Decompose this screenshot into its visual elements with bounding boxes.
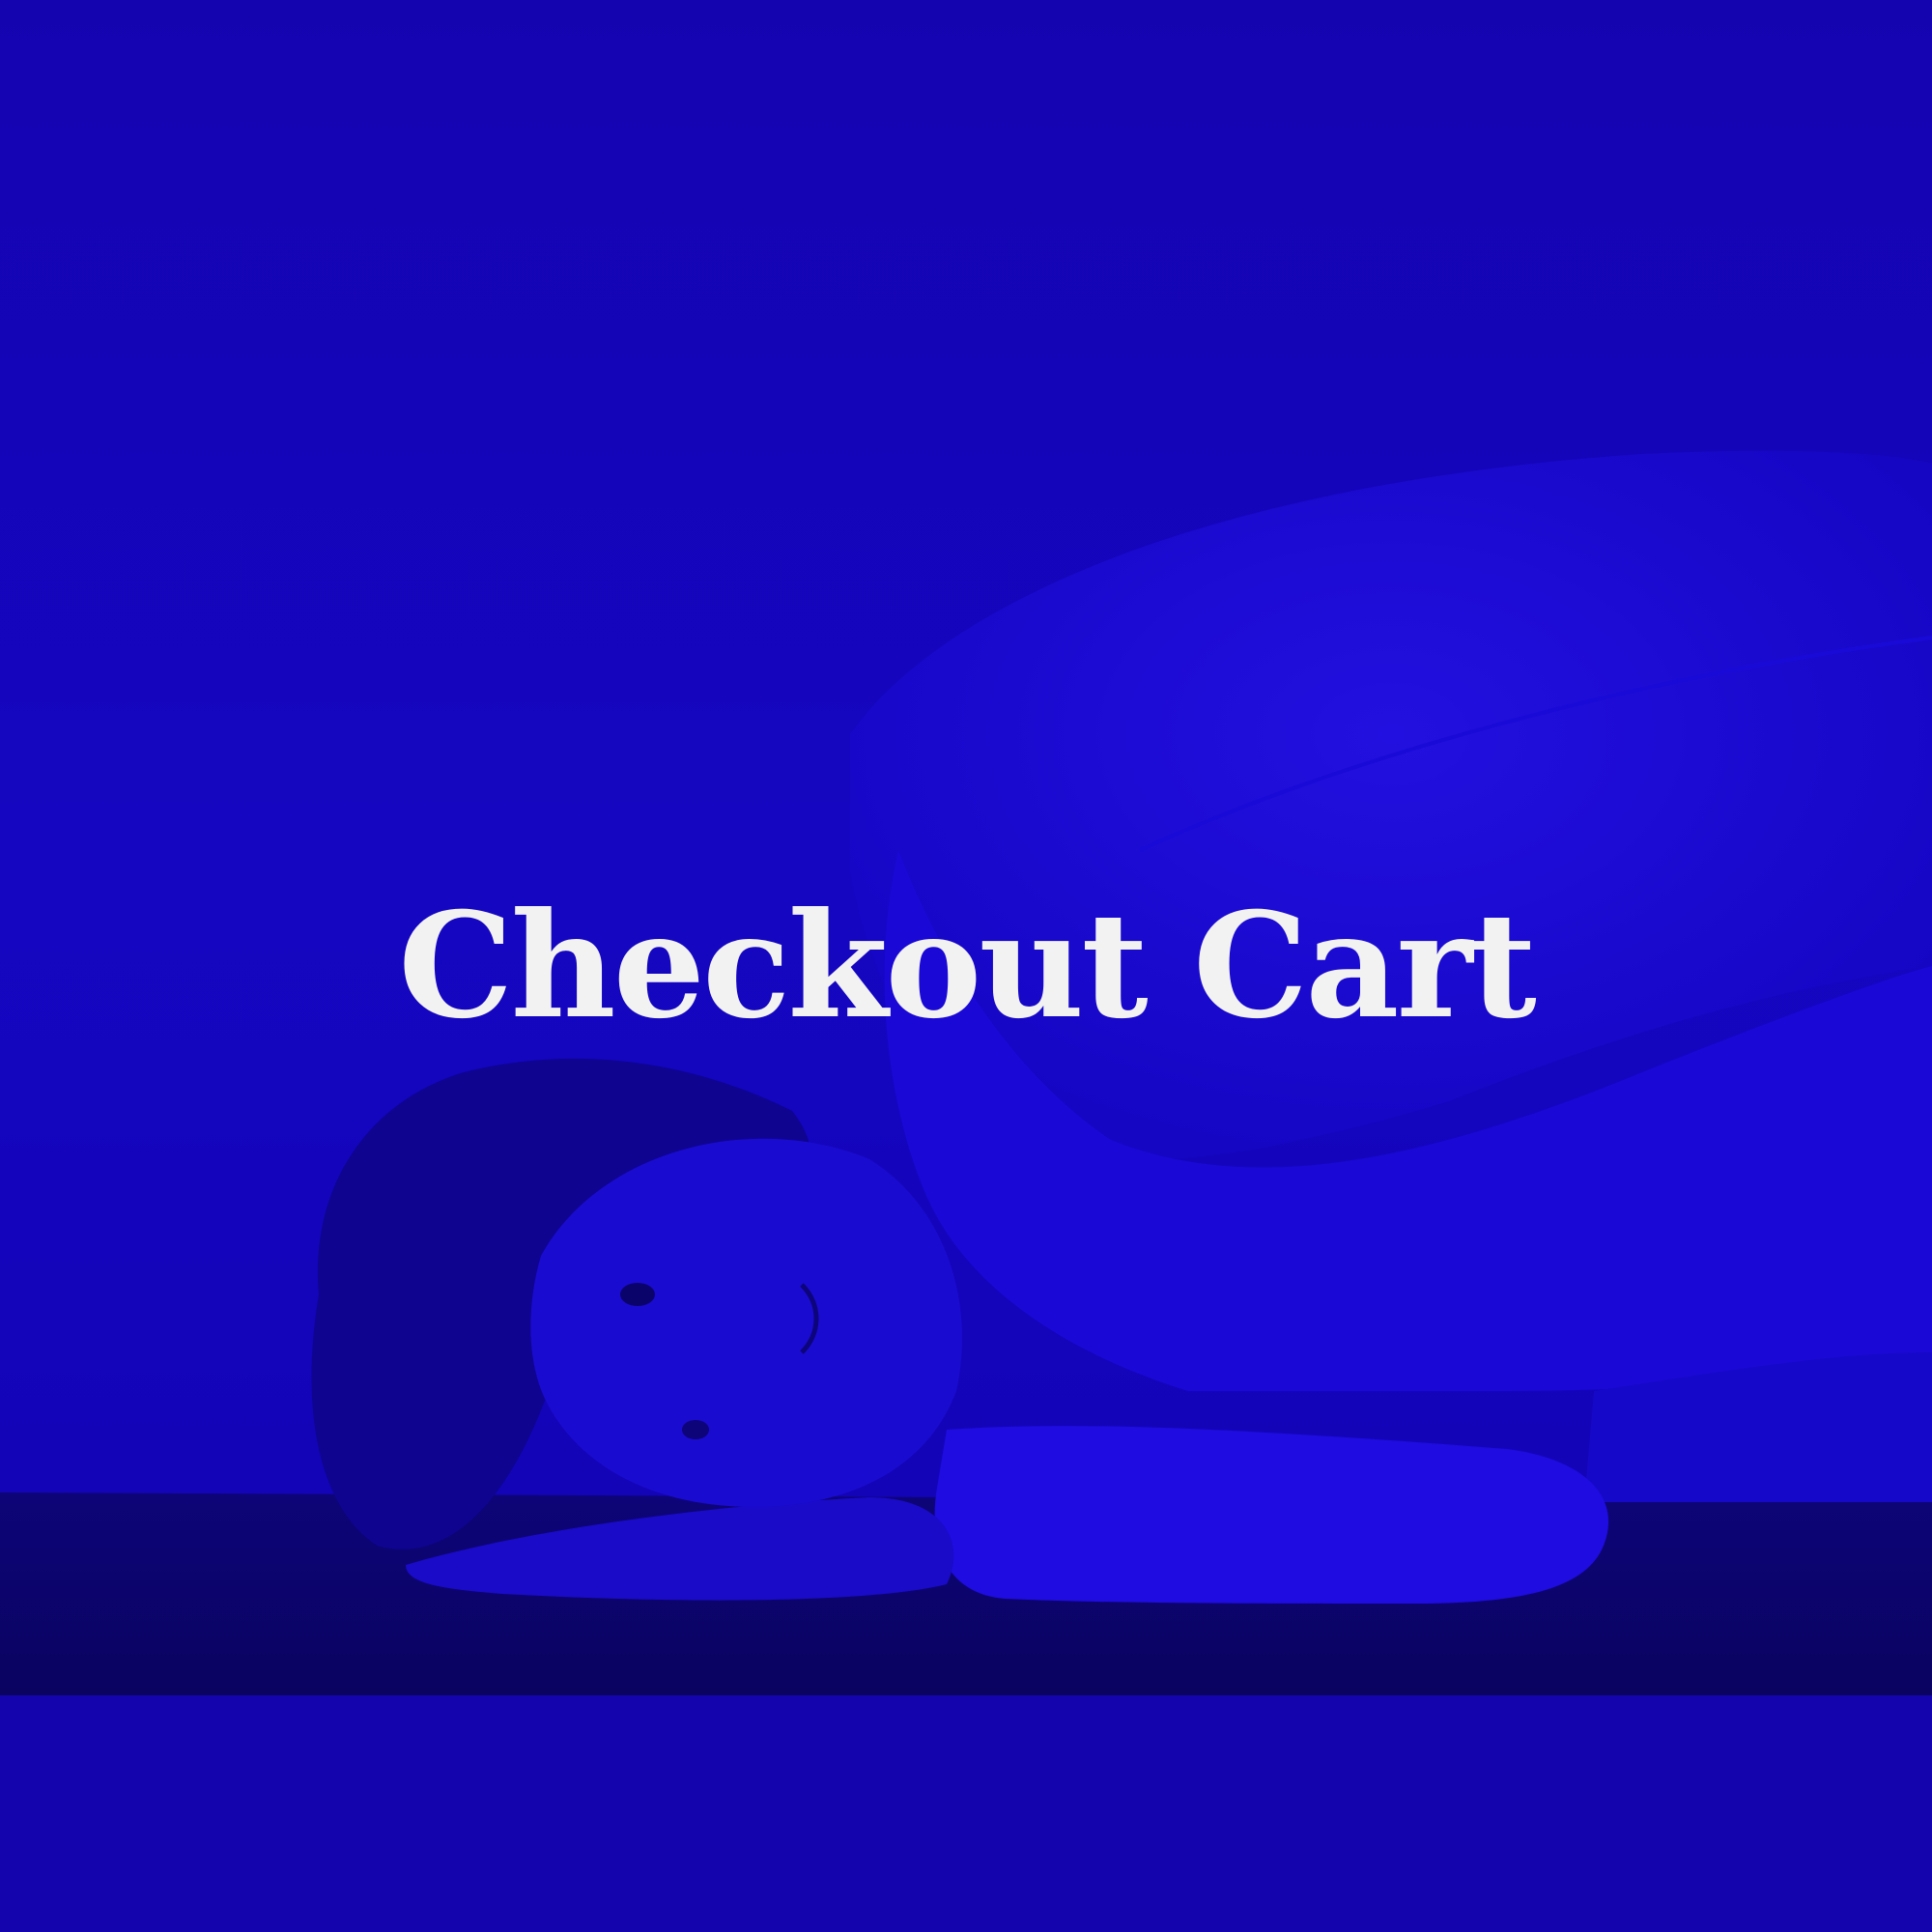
person-eye (620, 1283, 655, 1306)
person-face (530, 1138, 962, 1507)
page-title: Checkout Cart (398, 881, 1537, 1051)
floor-front (0, 1695, 1932, 1932)
person-eye (682, 1420, 709, 1439)
hero-banner: Checkout Cart (0, 0, 1932, 1932)
person-forearm (934, 1426, 1609, 1604)
